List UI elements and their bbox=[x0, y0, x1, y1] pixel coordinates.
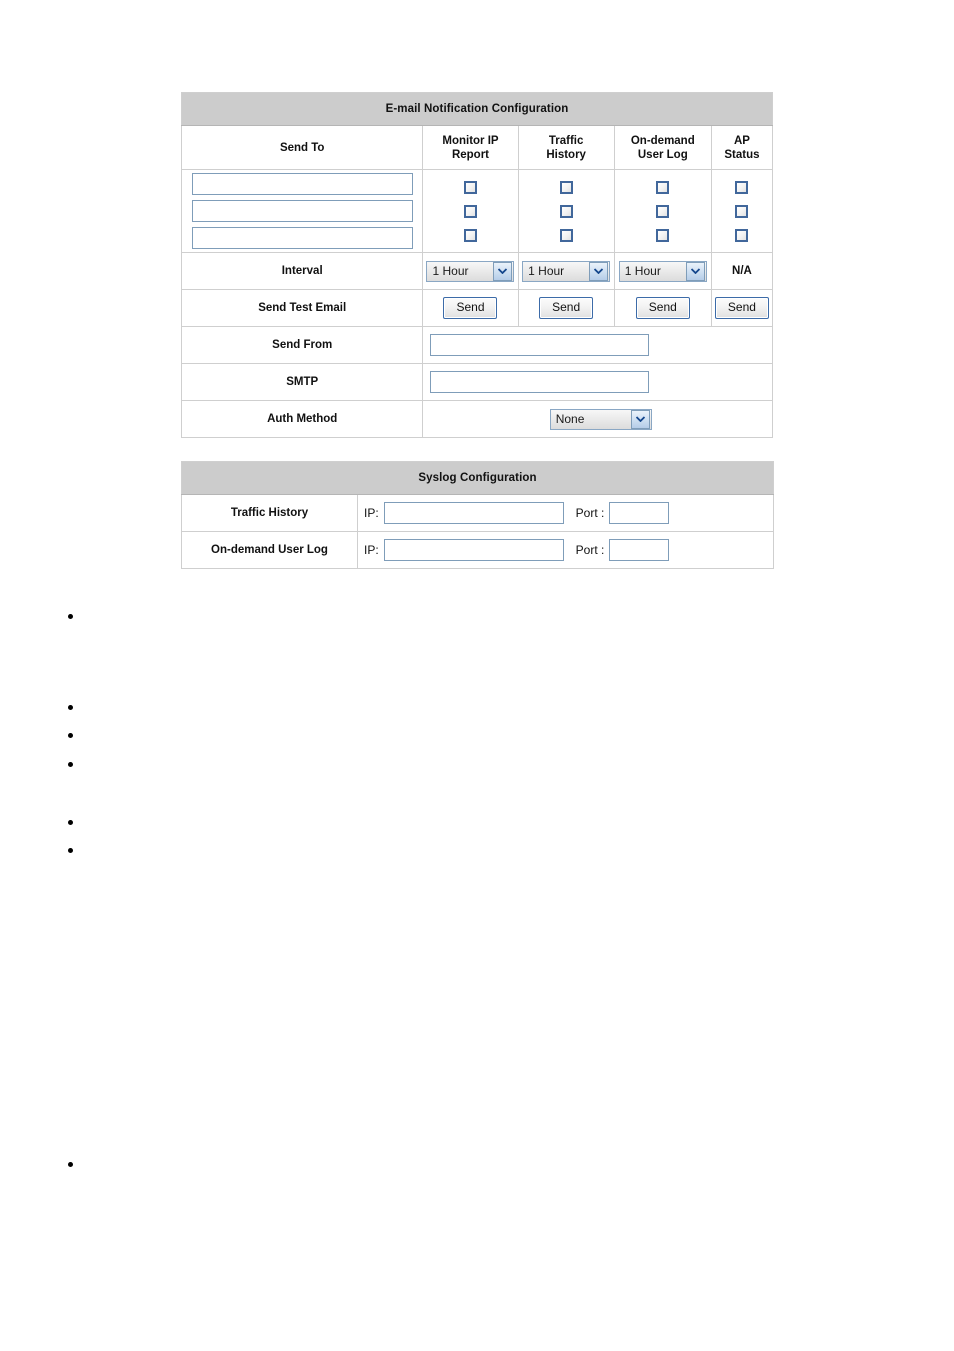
chevron-down-icon bbox=[589, 261, 609, 281]
column-header-on-demand-user-log-line2: User Log bbox=[637, 148, 688, 161]
send-test-traffic-history-button[interactable]: Send bbox=[539, 297, 594, 319]
email-notification-configuration-table: E-mail Notification Configuration Send T… bbox=[180, 92, 774, 438]
smtp-input[interactable] bbox=[430, 371, 650, 393]
auth-method-label: Auth Method bbox=[180, 400, 424, 438]
monitor-ip-report-checkbox-3[interactable] bbox=[463, 228, 477, 242]
send-to-inputs-cell bbox=[180, 169, 424, 253]
send-test-email-row: Send Test Email Send Send Send Send bbox=[180, 289, 774, 327]
smtp-label: SMTP bbox=[180, 363, 424, 401]
column-header-send-to: Send To bbox=[180, 125, 424, 170]
ap-status-checkbox-1[interactable] bbox=[735, 180, 749, 194]
smtp-field-cell bbox=[422, 363, 773, 401]
interval-monitor-ip-report-cell: 1 Hour bbox=[422, 252, 519, 290]
syslog-traffic-history-port-label: Port : bbox=[575, 506, 605, 520]
syslog-section-title: Syslog Configuration bbox=[181, 461, 774, 495]
interval-ap-status-value: N/A bbox=[710, 252, 774, 290]
interval-monitor-ip-report-select[interactable]: 1 Hour bbox=[426, 260, 515, 282]
column-header-monitor-ip-report-line2: Report bbox=[451, 148, 490, 161]
syslog-traffic-history-label: Traffic History bbox=[181, 494, 358, 532]
traffic-history-checkbox-1[interactable] bbox=[559, 180, 573, 194]
email-column-header-row: Send To Monitor IP Report Traffic Histor… bbox=[180, 125, 774, 170]
interval-row: Interval 1 Hour 1 Hour 1 Hour N/A bbox=[180, 252, 774, 290]
traffic-history-checkbox-2[interactable] bbox=[559, 204, 573, 218]
syslog-on-demand-user-log-ip-label: IP: bbox=[364, 543, 379, 557]
interval-traffic-history-cell: 1 Hour bbox=[517, 252, 615, 290]
send-from-input[interactable] bbox=[430, 334, 650, 356]
document-page: E-mail Notification Configuration Send T… bbox=[0, 0, 954, 1351]
column-header-monitor-ip-report: Monitor IP Report bbox=[422, 125, 519, 170]
interval-on-demand-user-log-select[interactable]: 1 Hour bbox=[618, 260, 707, 282]
auth-method-field-cell: None bbox=[422, 400, 773, 438]
chevron-down-icon bbox=[493, 261, 513, 281]
column-header-monitor-ip-report-line1: Monitor IP bbox=[442, 134, 499, 147]
send-to-input-2[interactable] bbox=[191, 200, 413, 222]
send-from-field-cell bbox=[422, 326, 773, 364]
send-test-on-demand-user-log-cell: Send bbox=[613, 289, 712, 327]
interval-on-demand-user-log-cell: 1 Hour bbox=[613, 252, 712, 290]
auth-method-row: Auth Method None bbox=[180, 400, 773, 438]
send-test-traffic-history-cell: Send bbox=[517, 289, 615, 327]
ap-status-checkbox-2[interactable] bbox=[735, 204, 749, 218]
syslog-traffic-history-ip-label: IP: bbox=[364, 506, 379, 520]
monitor-ip-report-checkbox-cell bbox=[422, 169, 519, 253]
chevron-down-icon bbox=[630, 409, 650, 429]
list-item-bullet bbox=[68, 733, 73, 738]
traffic-history-checkbox-cell bbox=[517, 169, 615, 253]
syslog-on-demand-user-log-port-label: Port : bbox=[575, 543, 605, 557]
on-demand-user-log-checkbox-cell bbox=[613, 169, 712, 253]
list-item-bullet bbox=[68, 820, 73, 825]
send-to-input-1[interactable] bbox=[191, 173, 413, 195]
on-demand-user-log-checkbox-3[interactable] bbox=[656, 228, 670, 242]
column-header-on-demand-user-log: On-demand User Log bbox=[613, 125, 712, 170]
send-to-input-3[interactable] bbox=[191, 227, 413, 249]
syslog-on-demand-user-log-port-input[interactable] bbox=[609, 539, 670, 561]
interval-label: Interval bbox=[180, 252, 424, 290]
send-test-email-label: Send Test Email bbox=[180, 289, 424, 327]
chevron-down-icon bbox=[685, 261, 705, 281]
column-header-traffic-history-line1: Traffic bbox=[548, 134, 584, 147]
send-test-on-demand-user-log-button[interactable]: Send bbox=[635, 297, 690, 319]
column-header-traffic-history: Traffic History bbox=[517, 125, 615, 170]
send-test-monitor-ip-report-cell: Send bbox=[422, 289, 519, 327]
syslog-on-demand-user-log-label: On-demand User Log bbox=[181, 531, 358, 569]
list-item-bullet bbox=[68, 614, 73, 619]
column-header-ap-status-line1: AP bbox=[733, 134, 750, 147]
column-header-ap-status: AP Status bbox=[710, 125, 774, 170]
monitor-ip-report-checkbox-2[interactable] bbox=[463, 204, 477, 218]
ap-status-checkbox-cell bbox=[710, 169, 774, 253]
send-test-ap-status-cell: Send bbox=[710, 289, 774, 327]
on-demand-user-log-checkbox-2[interactable] bbox=[656, 204, 670, 218]
auth-method-select[interactable]: None bbox=[549, 408, 652, 430]
email-section-title-row: E-mail Notification Configuration bbox=[181, 92, 773, 126]
ap-status-checkbox-3[interactable] bbox=[735, 228, 749, 242]
email-section-title: E-mail Notification Configuration bbox=[181, 92, 773, 126]
interval-traffic-history-select[interactable]: 1 Hour bbox=[522, 260, 611, 282]
monitor-ip-report-checkbox-1[interactable] bbox=[463, 180, 477, 194]
syslog-on-demand-user-log-row: On-demand User Log IP: Port : bbox=[181, 531, 774, 569]
list-item-bullet bbox=[68, 848, 73, 853]
list-item-bullet bbox=[68, 705, 73, 710]
send-from-row: Send From bbox=[180, 326, 773, 364]
syslog-on-demand-user-log-fields-cell: IP: Port : bbox=[357, 531, 774, 569]
on-demand-user-log-checkbox-1[interactable] bbox=[656, 180, 670, 194]
column-header-on-demand-user-log-line1: On-demand bbox=[630, 134, 695, 147]
column-header-ap-status-line2: Status bbox=[724, 148, 760, 161]
syslog-configuration-table: Syslog Configuration Traffic History IP:… bbox=[181, 461, 774, 569]
syslog-traffic-history-fields-cell: IP: Port : bbox=[357, 494, 774, 532]
send-test-monitor-ip-report-button[interactable]: Send bbox=[443, 297, 498, 319]
send-from-label: Send From bbox=[180, 326, 424, 364]
smtp-row: SMTP bbox=[180, 363, 773, 401]
send-test-ap-status-button[interactable]: Send bbox=[714, 297, 769, 319]
column-header-traffic-history-line2: History bbox=[546, 148, 586, 161]
syslog-section-title-row: Syslog Configuration bbox=[181, 461, 774, 495]
syslog-traffic-history-row: Traffic History IP: Port : bbox=[181, 494, 774, 532]
syslog-traffic-history-ip-input[interactable] bbox=[383, 502, 564, 524]
list-item-bullet bbox=[68, 762, 73, 767]
syslog-traffic-history-port-input[interactable] bbox=[609, 502, 670, 524]
syslog-on-demand-user-log-ip-input[interactable] bbox=[383, 539, 564, 561]
traffic-history-checkbox-3[interactable] bbox=[559, 228, 573, 242]
list-item-bullet bbox=[68, 1162, 73, 1167]
send-to-recipients-row bbox=[180, 169, 774, 253]
